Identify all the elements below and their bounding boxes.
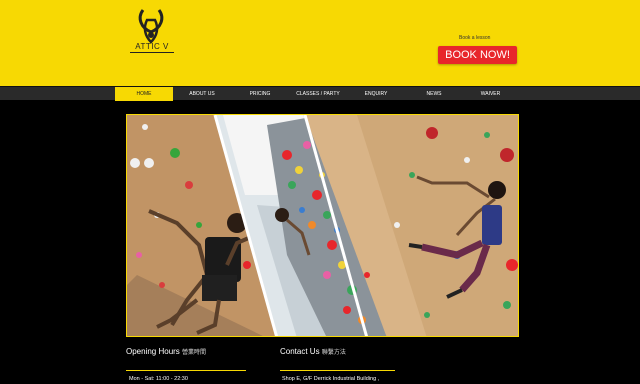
contact-title: Contact Us [280, 347, 320, 356]
contact-heading: Contact Us 聯繫方法 [280, 347, 346, 356]
logo-text[interactable]: ATTIC V [130, 42, 174, 53]
opening-hours-title-cn: 營業時間 [182, 350, 207, 356]
opening-hours-title: Opening Hours [126, 347, 180, 356]
nav-waiver[interactable]: WAIVER [463, 87, 518, 101]
hours-divider [126, 370, 246, 371]
nav-about-us[interactable]: ABOUT US [173, 87, 231, 101]
contact-divider [280, 370, 395, 371]
book-lesson-label: Book a lesson [459, 35, 491, 41]
nav-news[interactable]: NEWS [405, 87, 463, 101]
nav-home[interactable]: HOME [115, 87, 173, 101]
nav-pricing[interactable]: PRICING [231, 87, 289, 101]
opening-hours-heading: Opening Hours 營業時間 [126, 347, 206, 356]
nav-enquiry[interactable]: ENQUIRY [347, 87, 405, 101]
opening-hours-line: Mon - Sat: 11:00 - 22:30 [129, 376, 188, 382]
contact-address-line: Shop E, G/F Derrick Industrial Building … [282, 376, 380, 382]
nav-classes-party[interactable]: CLASSES / PARTY [289, 87, 347, 101]
site-header: ATTIC V Book a lesson BOOK NOW! [0, 0, 640, 86]
book-now-button[interactable]: BOOK NOW! [438, 46, 517, 64]
climbing-collage-graphic [127, 115, 518, 336]
climbing-collage-image [126, 114, 519, 337]
contact-title-cn: 聯繫方法 [321, 350, 346, 356]
main-nav: HOME ABOUT US PRICING CLASSES / PARTY EN… [0, 86, 640, 101]
